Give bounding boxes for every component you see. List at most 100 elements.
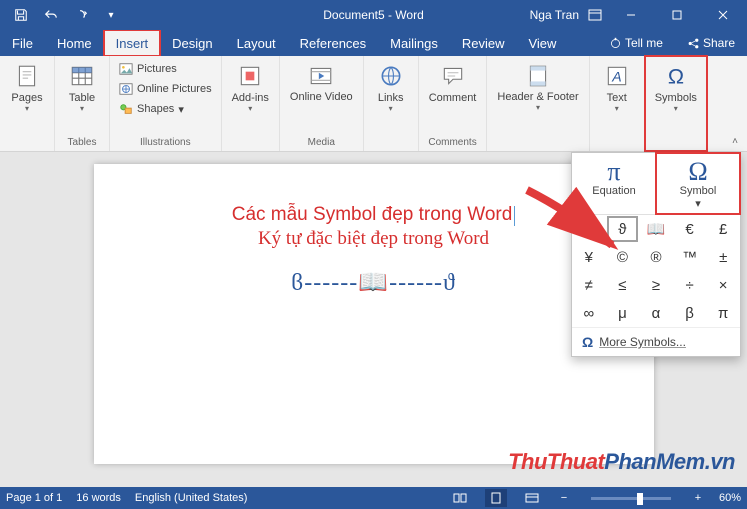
symbol-cell[interactable]: ¥ (572, 243, 606, 271)
symbol-cell[interactable]: ϑ (606, 215, 640, 243)
symbol-dropdown-panel: π Equation Ω Symbol▾ ϐ ϑ 📖 € £ ¥ © ® ™ ±… (571, 152, 741, 357)
symbol-cell[interactable]: π (706, 299, 740, 327)
online-pictures-button[interactable]: Online Pictures (116, 80, 215, 98)
pages-icon (13, 62, 41, 90)
links-button[interactable]: Links▾ (370, 60, 412, 115)
redo-button[interactable] (68, 2, 94, 28)
symbol-cell[interactable]: α (639, 299, 673, 327)
svg-text:Ω: Ω (668, 64, 684, 89)
web-layout-button[interactable] (521, 489, 543, 507)
minimize-button[interactable] (611, 0, 651, 30)
comment-label: Comment (429, 92, 477, 104)
undo-button[interactable] (38, 2, 64, 28)
group-tables: Table▾ Tables (55, 56, 110, 151)
symbol-cell[interactable]: £ (706, 215, 740, 243)
symbol-cell[interactable]: ϐ (572, 215, 606, 243)
links-label: Links (378, 92, 404, 104)
symbol-cell[interactable]: ® (639, 243, 673, 271)
status-words[interactable]: 16 words (76, 492, 121, 504)
addins-button[interactable]: Add-ins▾ (228, 60, 273, 115)
read-mode-button[interactable] (449, 489, 471, 507)
video-label: Online Video (290, 92, 353, 103)
document-title: Document5 - Word (323, 8, 423, 22)
group-label-media: Media (308, 137, 335, 149)
group-links: Links▾ (364, 56, 419, 151)
group-label-links (389, 137, 392, 149)
text-button[interactable]: A Text▾ (596, 60, 638, 115)
status-page[interactable]: Page 1 of 1 (6, 492, 62, 504)
symbol-cell[interactable]: β (673, 299, 707, 327)
qat-customize-button[interactable]: ▾ (98, 2, 124, 28)
symbol-cell[interactable]: μ (606, 299, 640, 327)
status-language[interactable]: English (United States) (135, 492, 248, 504)
group-label-symbols (674, 137, 677, 149)
shapes-button[interactable]: Shapes ▾ (116, 100, 215, 118)
doc-deco: ϐ------📖------ϑ (154, 268, 594, 297)
group-label-pages (26, 137, 29, 149)
shapes-label: Shapes (137, 103, 174, 115)
symbol-cell[interactable]: ÷ (673, 271, 707, 299)
online-video-button[interactable]: Online Video (286, 60, 357, 105)
symbol-button[interactable]: Ω Symbol▾ (656, 153, 740, 214)
omega-icon: Ω (662, 62, 690, 90)
omega-icon-2: Ω (656, 159, 740, 185)
symbol-cell[interactable]: ± (706, 243, 740, 271)
pictures-label: Pictures (137, 63, 177, 75)
tab-review[interactable]: Review (450, 30, 517, 56)
zoom-level[interactable]: 60% (719, 492, 741, 504)
tab-file[interactable]: File (0, 30, 45, 56)
video-icon (307, 62, 335, 90)
symbol-cell[interactable]: ∞ (572, 299, 606, 327)
maximize-button[interactable] (657, 0, 697, 30)
tab-design[interactable]: Design (160, 30, 224, 56)
zoom-thumb[interactable] (637, 493, 643, 505)
tab-home[interactable]: Home (45, 30, 104, 56)
quick-access-toolbar: ▾ (0, 2, 124, 28)
ribbon-options-icon[interactable] (585, 5, 605, 25)
zoom-slider[interactable] (591, 497, 671, 500)
user-name[interactable]: Nga Tran (530, 8, 579, 22)
equation-button[interactable]: π Equation (572, 153, 656, 214)
document-page[interactable]: Các mẫu Symbol đẹp trong Word Ký tự đặc … (94, 164, 654, 464)
tab-view[interactable]: View (516, 30, 568, 56)
tab-insert[interactable]: Insert (104, 30, 161, 56)
comment-button[interactable]: Comment (425, 60, 481, 106)
table-button[interactable]: Table▾ (61, 60, 103, 115)
collapse-ribbon-button[interactable]: ˄ (727, 133, 743, 149)
header-footer-button[interactable]: Header & Footer▾ (493, 60, 582, 114)
symbol-cell[interactable]: ≠ (572, 271, 606, 299)
ribbon-tabs: File Home Insert Design Layout Reference… (0, 30, 747, 56)
more-symbols-button[interactable]: Ω More Symbols... (572, 327, 740, 356)
symbol-cell[interactable]: © (606, 243, 640, 271)
pictures-button[interactable]: Pictures (116, 60, 215, 78)
symbol-cell[interactable]: ≥ (639, 271, 673, 299)
zoom-in-button[interactable]: + (691, 492, 705, 504)
online-pictures-label: Online Pictures (137, 83, 212, 95)
zoom-out-button[interactable]: − (557, 492, 571, 504)
tab-mailings[interactable]: Mailings (378, 30, 450, 56)
symbol-cell[interactable]: ≤ (606, 271, 640, 299)
group-symbols: Ω Symbols▾ (645, 56, 707, 151)
tab-layout[interactable]: Layout (225, 30, 288, 56)
tab-tellme[interactable]: Tell me (597, 30, 675, 56)
symbol-cell[interactable]: 📖 (639, 215, 673, 243)
text-label: Text (607, 92, 627, 104)
group-illustrations: Pictures Online Pictures Shapes ▾ Illust… (110, 56, 222, 151)
table-icon (68, 62, 96, 90)
symbol-cell[interactable]: € (673, 215, 707, 243)
text-cursor (514, 206, 515, 226)
print-layout-button[interactable] (485, 489, 507, 507)
links-icon (377, 62, 405, 90)
text-icon: A (603, 62, 631, 90)
close-button[interactable] (703, 0, 743, 30)
tab-share[interactable]: Share (675, 30, 747, 56)
title-bar: ▾ Document5 - Word Nga Tran (0, 0, 747, 30)
symbol-cell[interactable]: × (706, 271, 740, 299)
symbol-cell[interactable]: ™ (673, 243, 707, 271)
group-media: Online Video Media (280, 56, 364, 151)
tab-references[interactable]: References (288, 30, 378, 56)
symbol-grid: ϐ ϑ 📖 € £ ¥ © ® ™ ± ≠ ≤ ≥ ÷ × ∞ μ α β π (572, 215, 740, 327)
symbols-button[interactable]: Ω Symbols▾ (651, 60, 701, 115)
save-button[interactable] (8, 2, 34, 28)
pages-button[interactable]: Pages▾ (6, 60, 48, 115)
